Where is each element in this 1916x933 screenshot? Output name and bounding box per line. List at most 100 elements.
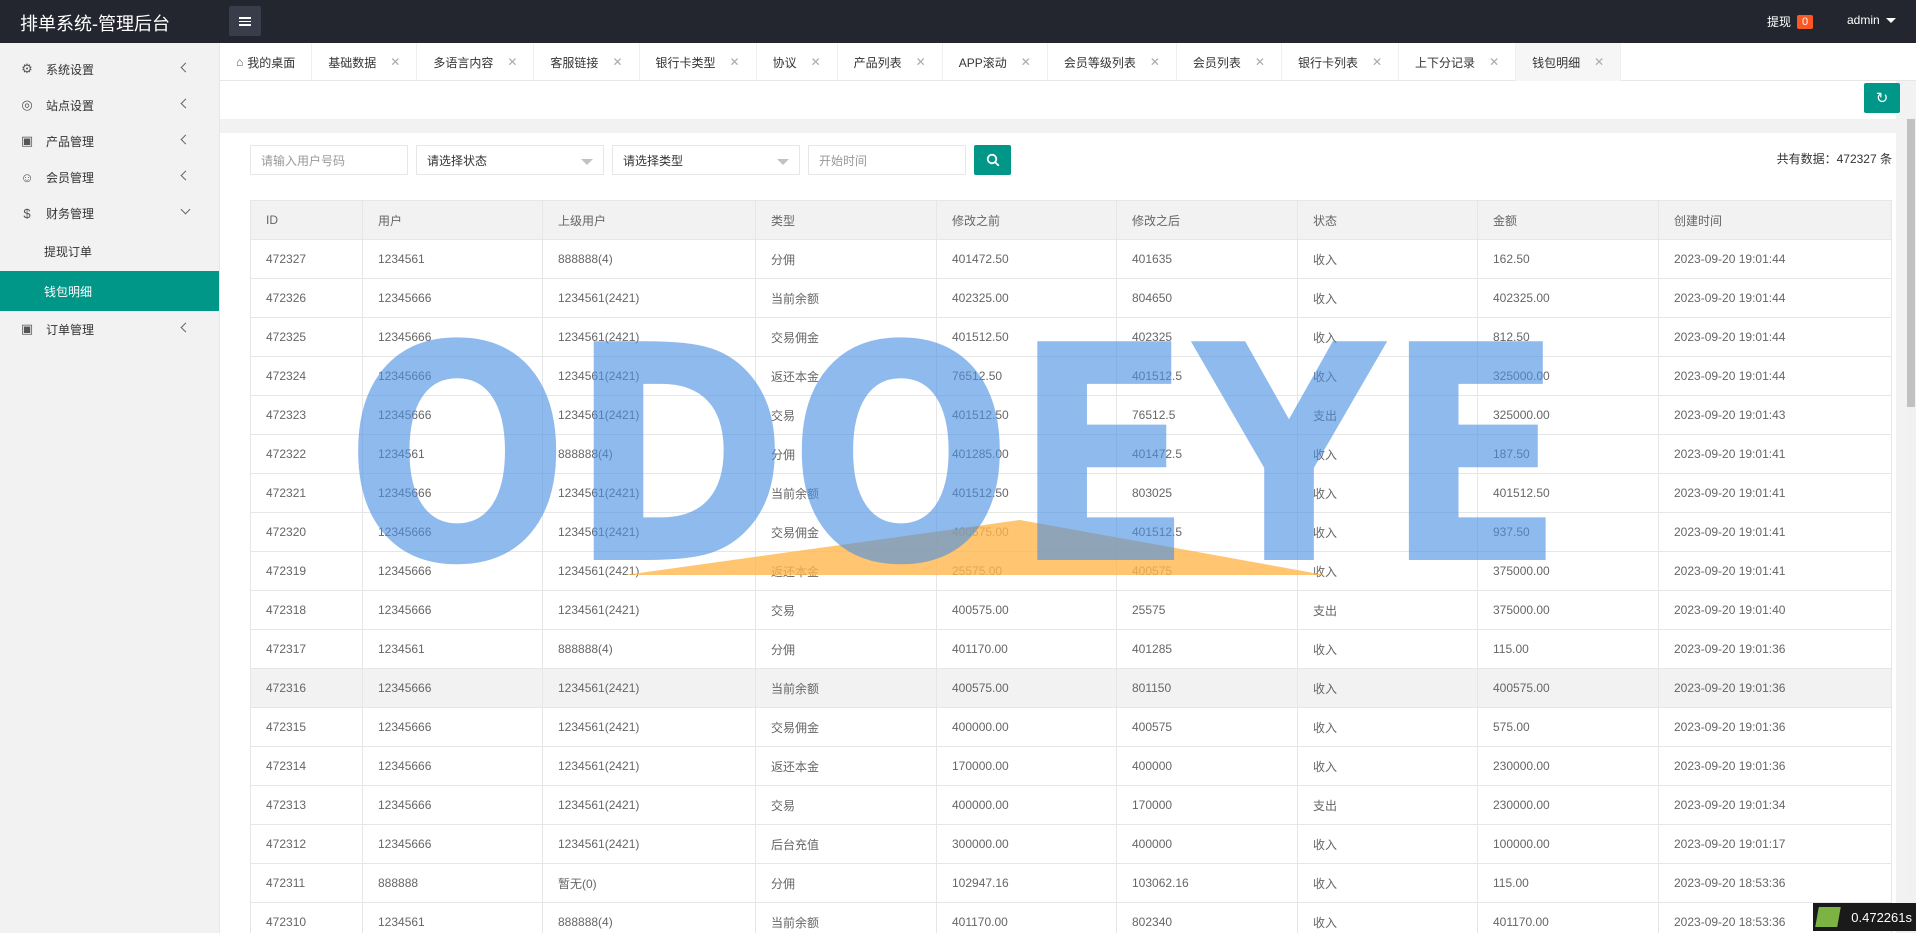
close-icon[interactable]: ✕: [1489, 55, 1499, 69]
tab-dashboard[interactable]: ⌂ 我的桌面: [220, 43, 313, 81]
refresh-button[interactable]: ↻: [1864, 83, 1900, 113]
table-row[interactable]: 472318 12345666 1234561(2421) 交易 400575.00 25…: [250, 590, 1892, 630]
user-number-input[interactable]: 请输入用户号码: [250, 145, 408, 175]
table-cell: 交易: [755, 785, 937, 825]
table-cell: 2023-09-20 19:01:34: [1658, 785, 1892, 825]
scrollbar[interactable]: [1906, 119, 1916, 933]
table-cell: 401512.50: [1477, 473, 1659, 513]
close-icon[interactable]: ✕: [1594, 55, 1604, 69]
table-cell: 375000.00: [1477, 590, 1659, 630]
close-icon[interactable]: ✕: [507, 55, 517, 69]
table-cell: 804650: [1116, 278, 1298, 318]
table-cell: 1234561(2421): [542, 473, 756, 513]
close-icon[interactable]: ✕: [730, 55, 740, 69]
close-icon[interactable]: ✕: [612, 55, 622, 69]
tab-bank-card-type[interactable]: 银行卡类型 ✕: [640, 43, 757, 81]
close-icon[interactable]: ✕: [1150, 55, 1160, 69]
table-cell: 2023-09-20 19:01:44: [1658, 317, 1892, 357]
table-header-cell: 创建时间: [1658, 200, 1892, 240]
menu-toggle-button[interactable]: [229, 6, 261, 36]
tab-wallet-details[interactable]: 钱包明细 ✕: [1516, 43, 1622, 81]
table-cell: 1234561(2421): [542, 707, 756, 747]
table-row[interactable]: 472314 12345666 1234561(2421) 返还本金 170000.00…: [250, 746, 1892, 786]
sidebar-subitem-wallet-details[interactable]: 钱包明细: [0, 271, 219, 311]
sidebar-item-finance-management[interactable]: $ 财务管理: [0, 195, 219, 231]
close-icon[interactable]: ✕: [1021, 55, 1031, 69]
sidebar-item-product-management[interactable]: ▣ 产品管理: [0, 123, 219, 159]
table-row[interactable]: 472327 1234561 888888(4) 分佣 401472.50 401635 收…: [250, 239, 1892, 279]
table-row[interactable]: 472316 12345666 1234561(2421) 当前余额 400575.00…: [250, 668, 1892, 708]
tab-label: 银行卡类型: [655, 55, 716, 70]
tab-member-level-list[interactable]: 会员等级列表 ✕: [1048, 43, 1177, 81]
table-row[interactable]: 472317 1234561 888888(4) 分佣 401170.00 401285 收…: [250, 629, 1892, 669]
table-row[interactable]: 472324 12345666 1234561(2421) 返还本金 76512.50 4…: [250, 356, 1892, 396]
close-icon[interactable]: ✕: [1255, 55, 1265, 69]
table-cell: 收入: [1297, 356, 1478, 396]
tab-product-list[interactable]: 产品列表 ✕: [838, 43, 943, 81]
table-cell: 402325.00: [1477, 278, 1659, 318]
status-select[interactable]: 请选择状态: [416, 145, 604, 175]
sidebar-subitem-withdraw-orders[interactable]: 提现订单: [0, 231, 219, 271]
close-icon[interactable]: ✕: [916, 55, 926, 69]
type-select[interactable]: 请选择类型: [612, 145, 800, 175]
table-cell: 472311: [250, 863, 363, 903]
table-cell: 2023-09-20 19:01:44: [1658, 278, 1892, 318]
tab-label: 钱包明细: [1532, 55, 1581, 70]
table-row[interactable]: 472323 12345666 1234561(2421) 交易 401512.50 76…: [250, 395, 1892, 435]
table-row[interactable]: 472322 1234561 888888(4) 分佣 401285.00 401472.…: [250, 434, 1892, 474]
start-time-input[interactable]: 开始时间: [808, 145, 966, 175]
user-menu[interactable]: admin: [1847, 13, 1896, 27]
table-cell: 472321: [250, 473, 363, 513]
table-cell: 401170.00: [1477, 902, 1659, 933]
tab-app-scroll[interactable]: APP滚动 ✕: [943, 43, 1048, 81]
tab-member-list[interactable]: 会员列表 ✕: [1177, 43, 1282, 81]
table-cell: 12345666: [362, 512, 543, 552]
table-cell: 1234561(2421): [542, 668, 756, 708]
table-cell: 888888(4): [542, 902, 756, 933]
tab-agreement[interactable]: 协议 ✕: [757, 43, 838, 81]
table-row[interactable]: 472313 12345666 1234561(2421) 交易 400000.00 17…: [250, 785, 1892, 825]
search-button[interactable]: [974, 145, 1011, 175]
tab-balance-records[interactable]: 上下分记录 ✕: [1399, 43, 1517, 81]
table-row[interactable]: 472321 12345666 1234561(2421) 当前余额 401512.50…: [250, 473, 1892, 513]
table-row[interactable]: 472320 12345666 1234561(2421) 交易佣金 400575.00…: [250, 512, 1892, 552]
table-cell: 分佣: [755, 239, 937, 279]
table-cell: 401512.50: [936, 317, 1117, 357]
table-header-cell: 上级用户: [542, 200, 756, 240]
sidebar-item-member-management[interactable]: ☺ 会员管理: [0, 159, 219, 195]
table-row[interactable]: 472315 12345666 1234561(2421) 交易佣金 400000.00…: [250, 707, 1892, 747]
table-row[interactable]: 472326 12345666 1234561(2421) 当前余额 402325.00…: [250, 278, 1892, 318]
table-row[interactable]: 472325 12345666 1234561(2421) 交易佣金 401512.50…: [250, 317, 1892, 357]
table-cell: 2023-09-20 19:01:41: [1658, 551, 1892, 591]
sidebar-item-system-settings[interactable]: ⚙ 系统设置: [0, 51, 219, 87]
sidebar-item-site-settings[interactable]: ◎ 站点设置: [0, 87, 219, 123]
tab-bank-card-list[interactable]: 银行卡列表 ✕: [1282, 43, 1400, 81]
sidebar-item-order-management[interactable]: ▣ 订单管理: [0, 311, 219, 347]
tab-service-link[interactable]: 客服链接 ✕: [534, 43, 640, 81]
timer-value: 0.472261s: [1851, 909, 1912, 925]
table-header-cell: 状态: [1297, 200, 1478, 240]
withdraw-link[interactable]: 提现 0: [1767, 13, 1814, 30]
table-cell: 12345666: [362, 668, 543, 708]
table-row[interactable]: 472311 888888 暂无(0) 分佣 102947.16 103062.16 收入 1…: [250, 863, 1892, 903]
table-cell: 472310: [250, 902, 363, 933]
table-cell: 325000.00: [1477, 395, 1659, 435]
dollar-icon: $: [23, 205, 31, 221]
table-cell: 1234561: [362, 239, 543, 279]
close-icon[interactable]: ✕: [390, 55, 400, 69]
close-icon[interactable]: ✕: [1372, 55, 1382, 69]
tab-basic-data[interactable]: 基础数据 ✕: [312, 43, 418, 81]
table-row[interactable]: 472310 1234561 888888(4) 当前余额 401170.00 80234…: [250, 902, 1892, 933]
close-icon[interactable]: ✕: [811, 55, 821, 69]
tab-label: 会员列表: [1192, 55, 1241, 70]
sidebar-item-label: 站点设置: [46, 98, 95, 113]
table-row[interactable]: 472319 12345666 1234561(2421) 返还本金 25575.00 4…: [250, 551, 1892, 591]
table-cell: 1234561: [362, 902, 543, 933]
table-cell: 支出: [1297, 395, 1478, 435]
table-cell: 1234561(2421): [542, 746, 756, 786]
scrollbar-thumb[interactable]: [1907, 119, 1915, 407]
tab-multilang[interactable]: 多语言内容 ✕: [417, 43, 535, 81]
sidebar: ⚙ 系统设置 ◎ 站点设置 ▣ 产品管理 ☺ 会员管理 $ 财务管理 提现订单 …: [0, 43, 220, 933]
table-cell: 1234561(2421): [542, 278, 756, 318]
table-row[interactable]: 472312 12345666 1234561(2421) 后台充值 300000.00…: [250, 824, 1892, 864]
